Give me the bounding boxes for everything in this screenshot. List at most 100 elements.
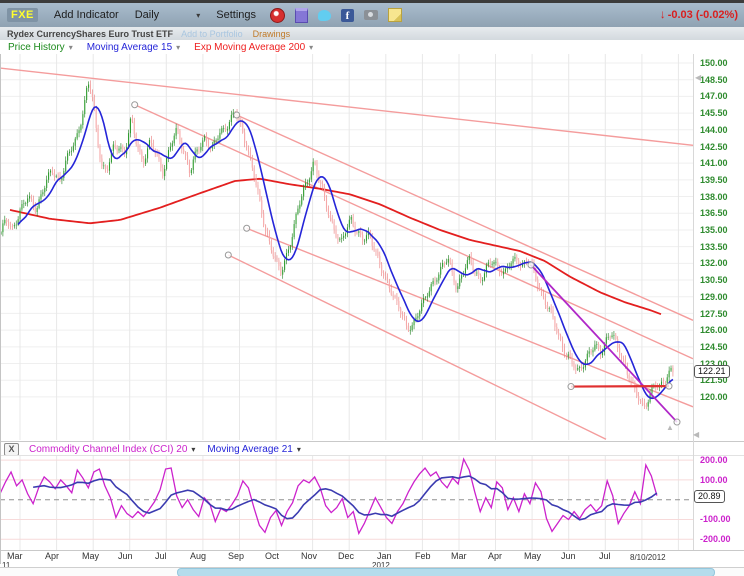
chevron-down-icon[interactable]: ▾: [297, 445, 301, 454]
month-label: Feb: [415, 551, 431, 561]
axis-marker-icon: ◀: [693, 431, 699, 439]
price-tick-label: 129.00: [700, 292, 742, 302]
cci-ma-label[interactable]: Moving Average 21: [207, 444, 292, 455]
charting-app: FXE Add Indicator Daily ▾ Settings f ↓-0…: [0, 0, 744, 576]
instrument-name: Rydex CurrencyShares Euro Trust ETF: [7, 29, 173, 39]
cci-tick-label: 100.00: [700, 475, 728, 485]
cci-header: X Commodity Channel Index (CCI) 20 ▾ Mov…: [0, 441, 744, 456]
month-label: Jan: [377, 551, 392, 561]
price-tick-label: 138.00: [700, 192, 742, 202]
drawing-handle[interactable]: [568, 384, 574, 390]
legend-ema200[interactable]: Exp Moving Average 200: [194, 42, 305, 53]
month-label: Apr: [45, 551, 59, 561]
month-label: Oct: [265, 551, 279, 561]
chevron-down-icon[interactable]: ▾: [309, 43, 313, 52]
month-label: Mar: [451, 551, 467, 561]
legend-ma15[interactable]: Moving Average 15: [87, 42, 172, 53]
month-label: Dec: [338, 551, 354, 561]
drawing-handle[interactable]: [528, 262, 534, 268]
last-price-box: 122.21: [694, 365, 730, 378]
drawing-handle[interactable]: [674, 419, 680, 425]
blocks-icon[interactable]: [295, 8, 308, 23]
price-tick-label: 145.50: [700, 108, 742, 118]
chevron-down-icon[interactable]: ▾: [191, 445, 195, 454]
trendline-down-2012[interactable]: [531, 265, 677, 422]
price-tick-label: 127.50: [700, 309, 742, 319]
time-scrollbar-thumb[interactable]: [177, 568, 715, 576]
price-tick-label: 150.00: [700, 58, 742, 68]
cci-tick-label: -200.00: [700, 534, 731, 544]
cci-tick-label: -100.00: [700, 514, 731, 524]
month-label: Mar: [7, 551, 23, 561]
price-tick-label: 120.00: [700, 392, 742, 402]
price-tick-label: 139.50: [700, 175, 742, 185]
subheader: Rydex CurrencyShares Euro Trust ETF Add …: [0, 27, 744, 40]
price-chart[interactable]: [0, 54, 744, 441]
facebook-icon[interactable]: f: [341, 9, 354, 22]
cci-value-box: 20.89: [694, 490, 725, 503]
month-label: Jul: [599, 551, 611, 561]
month-label: May: [82, 551, 99, 561]
drawings-link[interactable]: Drawings: [253, 29, 291, 39]
month-label: Jun: [118, 551, 133, 561]
drawing-handle[interactable]: [225, 252, 231, 258]
cci-tick-label: 200.00: [700, 455, 728, 465]
symbol-badge[interactable]: FXE: [7, 8, 38, 22]
note-icon[interactable]: [388, 8, 402, 22]
month-label: Sep: [228, 551, 244, 561]
twitter-icon[interactable]: [318, 10, 331, 21]
month-label: Jul: [155, 551, 167, 561]
add-indicator-button[interactable]: Add Indicator: [54, 9, 119, 21]
axis-marker-icon: ▲: [666, 424, 674, 432]
ma15-line[interactable]: [18, 107, 673, 398]
alerts-icon[interactable]: [270, 8, 285, 23]
close-icon[interactable]: X: [4, 443, 19, 456]
add-to-portfolio-link[interactable]: Add to Portfolio: [181, 29, 243, 39]
price-change-value: -0.03 (-0.02%): [668, 9, 738, 21]
price-change: ↓-0.03 (-0.02%): [660, 7, 738, 21]
chevron-down-icon[interactable]: ▾: [69, 43, 73, 52]
toolbar: FXE Add Indicator Daily ▾ Settings f ↓-0…: [0, 3, 744, 27]
cci-line[interactable]: [0, 459, 657, 533]
price-tick-label: 144.00: [700, 125, 742, 135]
price-tick-label: 141.00: [700, 158, 742, 168]
settings-button[interactable]: Settings: [216, 9, 256, 21]
legend-price-history[interactable]: Price History: [8, 42, 65, 53]
price-tick-label: 124.50: [700, 342, 742, 352]
end-date-label: 8/10/2012: [630, 553, 666, 562]
chevron-down-icon[interactable]: ▾: [176, 43, 180, 52]
chart-left-border: [0, 54, 1, 564]
chevron-down-icon: ▾: [196, 11, 200, 20]
snapshot-icon[interactable]: [364, 10, 378, 20]
price-tick-label: 136.50: [700, 208, 742, 218]
price-tick-label: 147.00: [700, 91, 742, 101]
timeframe-select[interactable]: Daily ▾: [135, 9, 201, 21]
divider: [0, 550, 744, 551]
chart-legend: Price History ▾ Moving Average 15 ▾ Exp …: [0, 40, 744, 54]
month-label: Aug: [190, 551, 206, 561]
drawing-handle[interactable]: [234, 112, 240, 118]
grid-and-back-drawings: [0, 54, 693, 440]
toolbar-icons: f: [270, 8, 402, 23]
drawing-handle[interactable]: [666, 383, 672, 389]
price-tick-label: 133.50: [700, 242, 742, 252]
month-label: Jun: [561, 551, 576, 561]
month-label: Nov: [301, 551, 317, 561]
timeframe-value: Daily: [135, 9, 159, 21]
down-arrow-icon: ↓: [660, 7, 666, 21]
price-tick-label: 135.00: [700, 225, 742, 235]
price-tick-label: 132.00: [700, 258, 742, 268]
price-tick-label: 148.50: [700, 75, 742, 85]
drawing-handle[interactable]: [132, 102, 138, 108]
cci-chart[interactable]: [0, 455, 744, 550]
month-label: May: [524, 551, 541, 561]
price-tick-label: 142.50: [700, 142, 742, 152]
price-tick-label: 126.00: [700, 325, 742, 335]
axis-divider: [693, 54, 694, 550]
cci-indicator-label[interactable]: Commodity Channel Index (CCI) 20: [29, 444, 187, 455]
axis-marker-icon: ◀: [695, 74, 701, 82]
price-tick-label: 130.50: [700, 275, 742, 285]
month-label: Apr: [488, 551, 502, 561]
divider: [0, 455, 744, 456]
drawing-handle[interactable]: [244, 225, 250, 231]
